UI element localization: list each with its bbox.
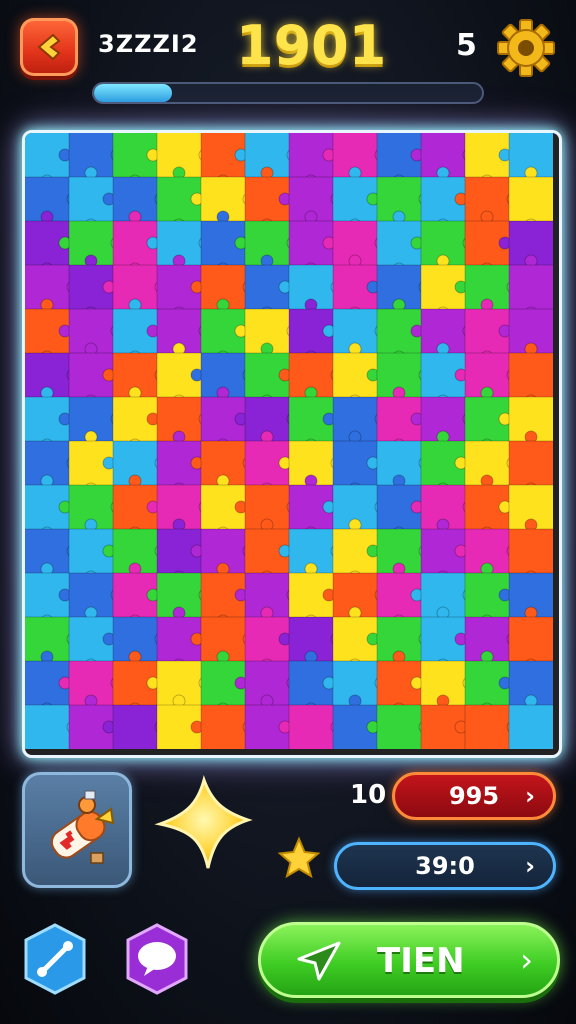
timer-pill[interactable]: 39:0 › (334, 842, 556, 890)
puzzle-piece[interactable] (509, 265, 553, 310)
puzzle-piece[interactable] (509, 617, 553, 662)
puzzle-piece[interactable] (289, 705, 334, 749)
puzzle-piece[interactable] (509, 705, 553, 749)
back-button[interactable] (20, 18, 78, 76)
puzzle-board[interactable] (22, 130, 562, 758)
level-progress-bar (92, 82, 484, 104)
star-icon (154, 775, 253, 869)
puzzle-piece[interactable] (509, 177, 553, 222)
chevron-right-icon: › (525, 852, 535, 880)
gear-icon (497, 19, 555, 77)
puzzle-grid[interactable] (25, 133, 553, 749)
chevron-right-icon: › (525, 782, 535, 810)
puzzle-piece[interactable] (509, 529, 553, 574)
puzzle-piece[interactable] (25, 705, 70, 749)
puzzle-piece[interactable] (465, 705, 510, 749)
link-button[interactable] (18, 922, 92, 996)
puzzle-piece[interactable] (201, 705, 246, 749)
chevron-right-icon: › (520, 941, 533, 979)
bonus-star-button[interactable] (154, 772, 254, 876)
go-label: TIEN (377, 941, 465, 981)
paper-plane-icon (297, 941, 341, 981)
powerup-item-card[interactable] (22, 772, 132, 888)
puzzle-piece[interactable] (509, 441, 553, 486)
back-arrow-icon (37, 33, 61, 61)
score-value: 1901 (236, 14, 387, 77)
coins-pill[interactable]: 995 › (392, 772, 556, 820)
settings-button[interactable] (496, 18, 556, 78)
progress-fill (94, 84, 172, 102)
puzzle-piece[interactable] (113, 705, 158, 749)
lives-count: 5 (456, 28, 477, 63)
small-star-icon (276, 836, 322, 882)
puzzle-piece[interactable] (377, 705, 422, 749)
puzzle-piece[interactable] (509, 353, 553, 398)
toolkit-icon (50, 790, 115, 864)
go-button[interactable]: TIEN › (258, 922, 560, 998)
coins-value: 995 (448, 782, 500, 810)
level-label: 3ZZZI2 (98, 30, 199, 58)
timer-value: 39:0 (415, 852, 475, 880)
chat-button[interactable] (120, 922, 194, 996)
moves-count: 10 (350, 780, 387, 810)
